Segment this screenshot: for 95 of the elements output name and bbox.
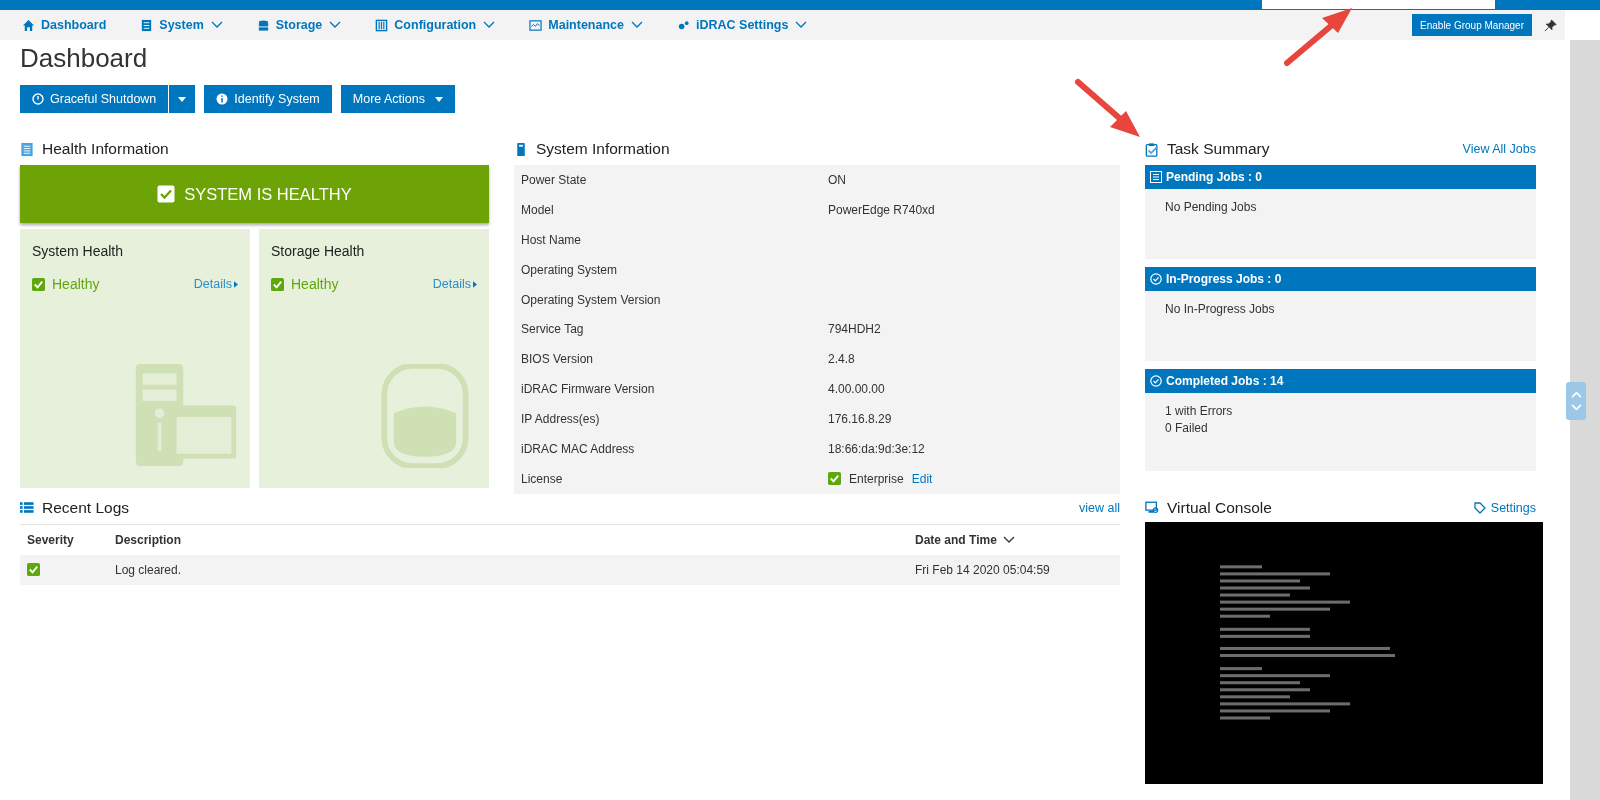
- triangle-icon: [473, 280, 477, 288]
- card-title: Storage Health: [271, 243, 366, 259]
- chevron-icon: [631, 21, 643, 29]
- column-header: Description: [115, 532, 182, 547]
- details-link[interactable]: Details: [193, 277, 238, 291]
- info-label: Host Name: [521, 232, 583, 247]
- section-title: Virtual Console: [1167, 498, 1272, 517]
- info-label: Model: [521, 202, 555, 217]
- list-icon: [1150, 171, 1162, 183]
- info-value: 18:66:da:9d:3e:12: [828, 441, 925, 456]
- nav-icon: [529, 18, 543, 32]
- nav-icon: [256, 18, 270, 32]
- job-title: Completed Jobs : 14: [1166, 374, 1284, 388]
- info-value: 4.00.00.00: [828, 382, 885, 397]
- health-banner: SYSTEM IS HEALTHY: [20, 165, 489, 223]
- status-text: Healthy: [52, 276, 100, 292]
- document-icon: [20, 141, 34, 157]
- status-text: Healthy: [291, 276, 339, 292]
- search-field[interactable]: [1262, 0, 1495, 9]
- identify-system-button[interactable]: Identify System: [204, 85, 332, 113]
- status-check-icon: [32, 277, 45, 291]
- section-title: System Information: [536, 140, 670, 158]
- nav-icon: [140, 18, 154, 32]
- check-circle-icon: [1150, 375, 1162, 387]
- info-value: PowerEdge R740xd: [828, 202, 935, 217]
- job-text: No In-Progress Jobs: [1165, 302, 1276, 316]
- info-label: BIOS Version: [521, 352, 595, 367]
- job-text: 1 with Errors: [1165, 404, 1234, 418]
- info-icon: [216, 93, 229, 105]
- chevron-icon: [795, 21, 808, 29]
- info-label: License: [521, 471, 564, 486]
- nav-item[interactable]: iDRAC Settings: [677, 18, 808, 32]
- annotation-arrow: [1284, 8, 1352, 66]
- info-value: 794HDH2: [828, 322, 881, 337]
- caret-icon: [435, 96, 444, 102]
- details-link[interactable]: Details: [432, 277, 477, 291]
- column-header: Severity: [27, 532, 75, 547]
- severity-icon: [27, 563, 40, 577]
- section-title: Task Summary: [1167, 140, 1270, 158]
- nav-icon: [677, 18, 690, 32]
- power-icon: [32, 93, 44, 105]
- nav-icon: [22, 18, 35, 32]
- nav-item[interactable]: Configuration: [375, 18, 496, 32]
- chevron-icon: [1002, 535, 1015, 544]
- check-circle-icon: [1150, 273, 1162, 285]
- info-label: Power State: [521, 172, 588, 187]
- table-cell: Fri Feb 14 2020 05:04:59: [915, 562, 1050, 577]
- annotation-arrow: [1075, 79, 1140, 137]
- view-all-link[interactable]: view all: [1079, 500, 1120, 515]
- job-text: 0 Failed: [1165, 421, 1209, 435]
- info-value: Enterprise: [849, 471, 904, 486]
- nav-item[interactable]: Dashboard: [22, 18, 107, 32]
- job-text: No Pending Jobs: [1165, 200, 1258, 214]
- check-icon: [157, 185, 176, 203]
- pin-icon[interactable]: [1544, 18, 1557, 32]
- view-all-jobs-link[interactable]: View All Jobs: [1462, 142, 1536, 156]
- info-label: IP Address(es): [521, 412, 601, 427]
- info-label: Operating System: [521, 262, 619, 277]
- section-title: Recent Logs: [42, 498, 130, 517]
- tag-icon: [1473, 501, 1486, 514]
- status-check-icon: [271, 277, 284, 291]
- nav-item[interactable]: Maintenance: [529, 18, 643, 32]
- scroll-buttons[interactable]: [1566, 382, 1586, 420]
- table-cell-text: Log cleared.: [115, 562, 183, 577]
- nav-item[interactable]: Storage: [256, 18, 342, 32]
- dropdown-button[interactable]: [169, 85, 196, 113]
- server-icon: [514, 141, 528, 157]
- enable-group-manager-button[interactable]: Enable Group Manager: [1412, 14, 1532, 36]
- edit-link[interactable]: Edit: [911, 471, 933, 486]
- monitor-icon: [1145, 500, 1159, 516]
- triangle-icon: [234, 280, 238, 288]
- graceful-shutdown-button[interactable]: Graceful Shutdown: [20, 85, 169, 113]
- chevron-icon: [483, 21, 496, 29]
- job-title: In-Progress Jobs : 0: [1166, 272, 1282, 286]
- info-value: 176.16.8.29: [828, 412, 892, 427]
- list-icon: [20, 500, 34, 516]
- info-label: iDRAC MAC Address: [521, 441, 636, 456]
- clipboard-icon: [1145, 141, 1159, 157]
- settings-link[interactable]: Settings: [1473, 500, 1536, 515]
- chevron-icon: [210, 21, 223, 29]
- info-label: Operating System Version: [521, 292, 662, 307]
- more-actions-button[interactable]: More Actions: [340, 85, 456, 113]
- section-title: Health Information: [42, 140, 169, 158]
- info-value: ON: [828, 172, 846, 187]
- info-label: Service Tag: [521, 322, 585, 337]
- nav-icon: [375, 18, 389, 32]
- card-title: System Health: [32, 243, 125, 259]
- caret-icon: [178, 96, 187, 102]
- page-title: Dashboard: [20, 43, 149, 75]
- chevron-icon: [329, 21, 342, 29]
- job-title: Pending Jobs : 0: [1166, 170, 1262, 184]
- column-header[interactable]: Date and Time: [915, 532, 1015, 547]
- info-value: 2.4.8: [828, 352, 855, 367]
- info-label: iDRAC Firmware Version: [521, 382, 656, 397]
- nav-item[interactable]: System: [140, 18, 223, 32]
